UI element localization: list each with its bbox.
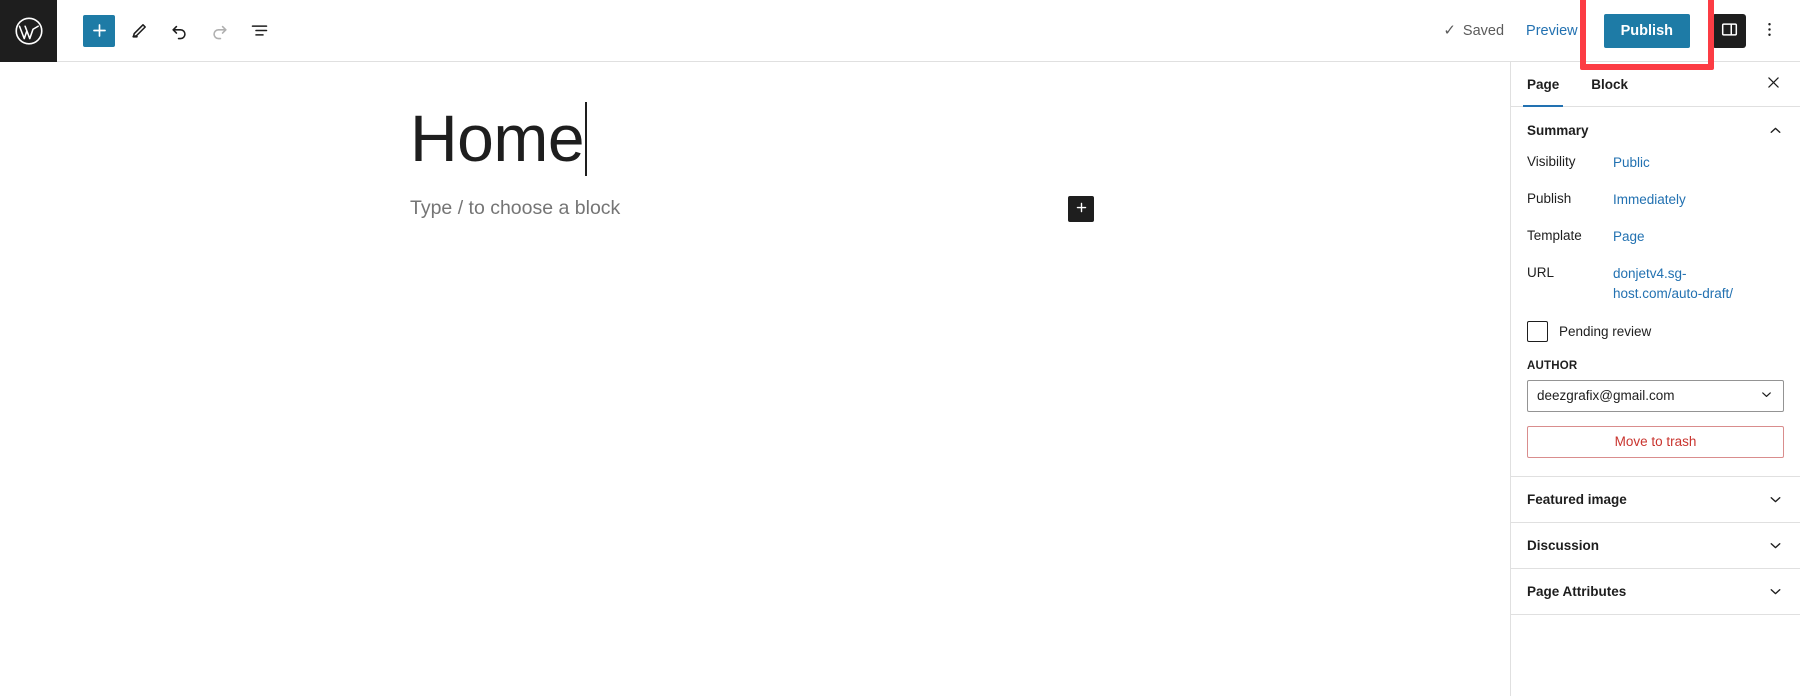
block-placeholder-text: Type / to choose a block [410, 197, 621, 219]
panel-discussion[interactable]: Discussion [1511, 523, 1800, 569]
close-sidebar-button[interactable] [1756, 67, 1790, 101]
chevron-down-icon [1759, 387, 1774, 405]
wordpress-block-editor: ✓ Saved Preview Publish Home Type / to c… [0, 0, 1800, 696]
author-legend-label: AUTHOR [1527, 359, 1578, 372]
template-value-button[interactable]: Page [1613, 227, 1645, 246]
check-icon: ✓ [1443, 22, 1456, 39]
summary-panel-title: Summary [1527, 122, 1589, 138]
visibility-value-button[interactable]: Public [1613, 153, 1650, 172]
wordpress-logo-button[interactable] [0, 0, 57, 62]
visibility-label: Visibility [1527, 154, 1576, 169]
chevron-down-icon [1767, 491, 1784, 508]
panel-featured-image[interactable]: Featured image [1511, 477, 1800, 523]
tab-block[interactable]: Block [1575, 62, 1644, 107]
text-caret [585, 102, 588, 176]
post-title-input[interactable]: Home [410, 101, 585, 176]
pending-review-label: Pending review [1559, 323, 1652, 339]
post-title-row: Home [410, 101, 588, 176]
author-select[interactable]: deezgrafix@gmail.com [1527, 379, 1784, 412]
author-section: AUTHOR deezgrafix@gmail.com [1511, 344, 1800, 412]
summary-row-url: URL donjetv4.sg-host.com/auto-draft/ [1527, 264, 1784, 302]
tab-page[interactable]: Page [1511, 62, 1575, 107]
topbar-right-group: ✓ Saved Preview Publish [1433, 0, 1800, 70]
summary-row-template: Template Page [1527, 227, 1784, 246]
close-icon [1765, 74, 1782, 94]
sidebar-tab-bar: Page Block [1511, 62, 1800, 107]
publish-button-wrapper: Publish [1579, 0, 1714, 70]
publish-button[interactable]: Publish [1603, 13, 1690, 48]
pending-review-checkbox[interactable] [1527, 320, 1548, 342]
add-block-button[interactable] [83, 14, 115, 47]
chevron-down-icon [1767, 583, 1784, 600]
undo-button[interactable] [163, 15, 195, 47]
tools-pencil-button[interactable] [123, 15, 155, 47]
page-attributes-label: Page Attributes [1527, 583, 1627, 599]
summary-row-publish: Publish Immediately [1527, 190, 1784, 209]
wordpress-logo-icon [14, 16, 44, 46]
chevron-up-icon [1767, 122, 1784, 139]
save-status: ✓ Saved [1433, 23, 1514, 39]
plus-icon [90, 21, 109, 40]
pending-review-row[interactable]: Pending review [1511, 313, 1800, 344]
empty-block-row[interactable]: Type / to choose a block [410, 197, 1110, 220]
chevron-down-icon [1767, 537, 1784, 554]
discussion-label: Discussion [1527, 537, 1600, 553]
summary-panel-body: Visibility Public Publish Immediately Te… [1511, 153, 1800, 313]
saved-label: Saved [1462, 22, 1505, 39]
editor-canvas[interactable]: Home Type / to choose a block [0, 62, 1510, 696]
list-view-button[interactable] [243, 15, 275, 47]
settings-sidebar: Page Block Summary Visibility Public Pub… [1510, 62, 1800, 696]
author-selected-value: deezgrafix@gmail.com [1537, 388, 1675, 404]
inline-block-inserter-button[interactable] [1068, 196, 1094, 222]
list-view-icon [249, 20, 270, 41]
three-dots-vertical-icon [1760, 20, 1779, 42]
summary-panel-header[interactable]: Summary [1511, 107, 1800, 153]
editor-top-bar: ✓ Saved Preview Publish [0, 0, 1800, 70]
sidebar-panel-icon [1720, 20, 1739, 42]
summary-row-visibility: Visibility Public [1527, 153, 1784, 172]
move-to-trash-button[interactable]: Move to trash [1527, 425, 1784, 458]
move-to-trash-wrapper: Move to trash [1511, 412, 1800, 476]
url-label: URL [1527, 265, 1555, 281]
pencil-icon [129, 21, 149, 41]
redo-icon [209, 20, 230, 41]
template-label: Template [1527, 228, 1582, 244]
plus-icon [1074, 200, 1089, 218]
redo-button[interactable] [203, 15, 235, 47]
featured-image-label: Featured image [1527, 491, 1627, 507]
url-value-link[interactable]: donjetv4.sg-host.com/auto-draft/ [1613, 264, 1753, 302]
panel-page-attributes[interactable]: Page Attributes [1511, 569, 1800, 615]
preview-button[interactable]: Preview [1514, 17, 1590, 45]
publish-label: Publish [1527, 191, 1572, 207]
undo-icon [169, 20, 190, 41]
editor-tools-group [57, 14, 275, 47]
settings-sidebar-toggle-button[interactable] [1712, 13, 1746, 48]
options-menu-button[interactable] [1752, 14, 1786, 48]
publish-value-button[interactable]: Immediately [1613, 190, 1686, 209]
